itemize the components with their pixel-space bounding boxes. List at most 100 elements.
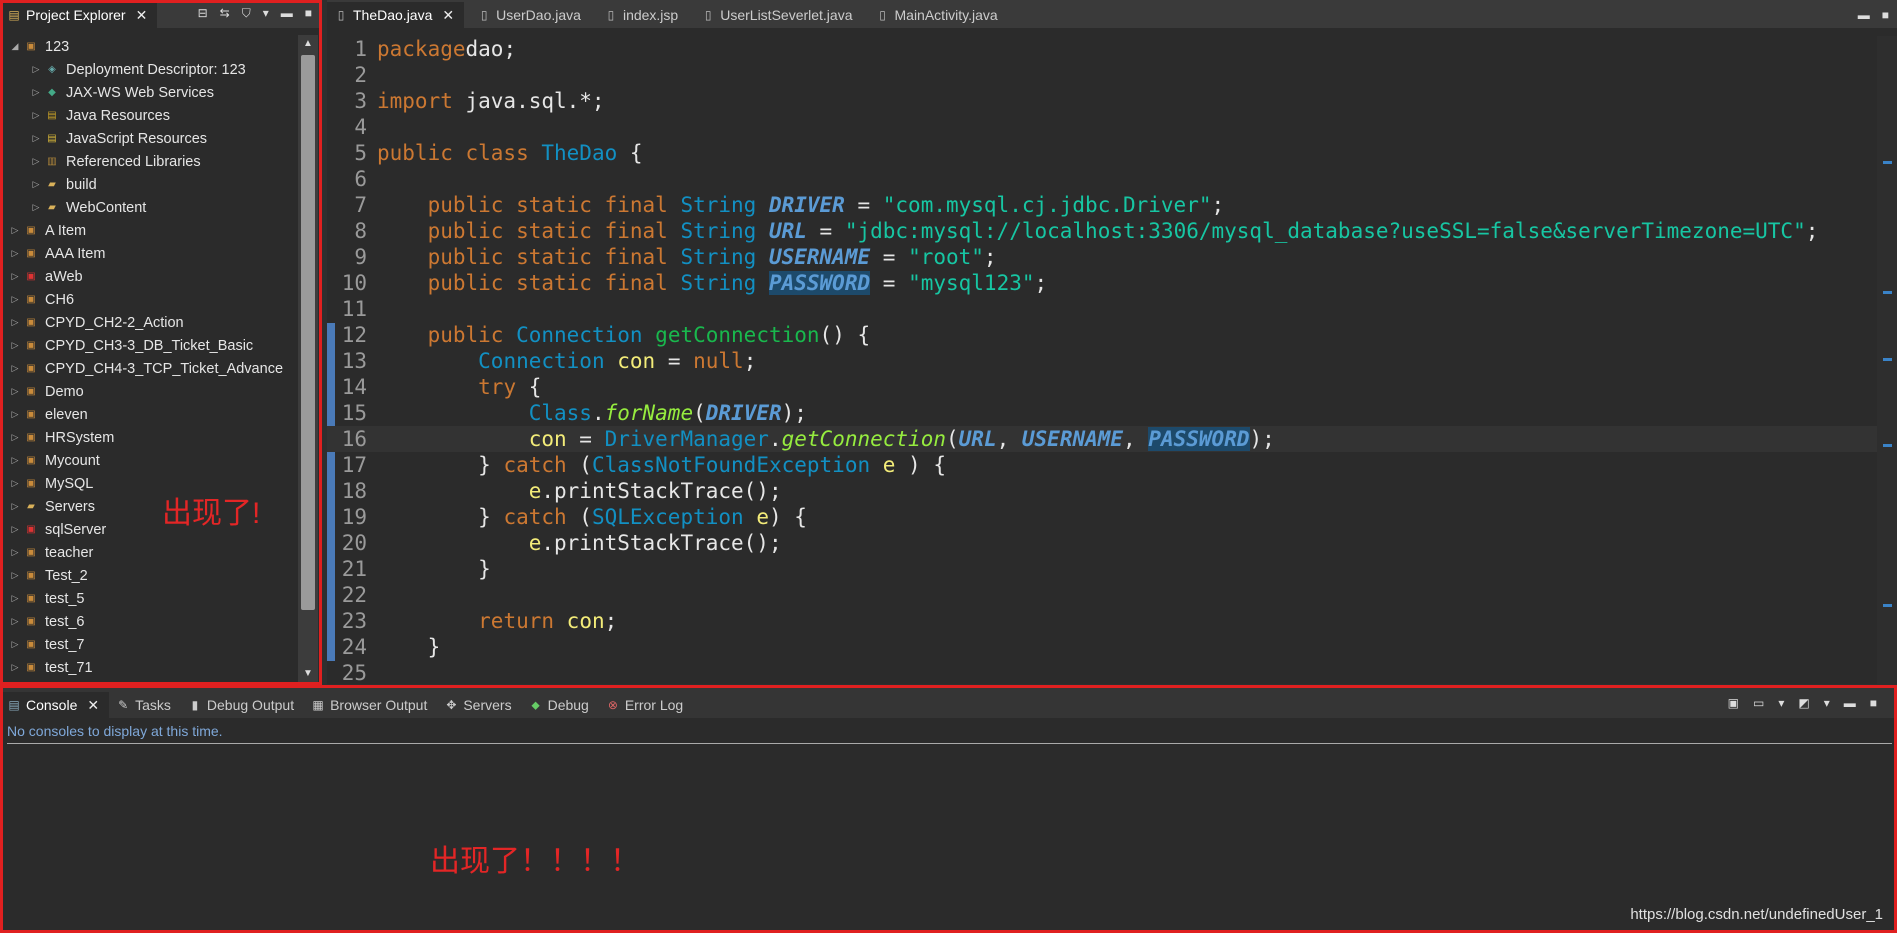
collapsed-arrow-icon[interactable]: ▷ — [29, 87, 43, 98]
collapsed-arrow-icon[interactable]: ▷ — [8, 501, 22, 512]
console-view-menu-icon[interactable]: ▾ — [1824, 696, 1830, 710]
collapsed-arrow-icon[interactable]: ▷ — [8, 455, 22, 466]
collapsed-arrow-icon[interactable]: ▷ — [29, 64, 43, 75]
tree-item[interactable]: ▷ ▤ JavaScript Resources — [0, 127, 298, 150]
code-line[interactable]: 20 e.printStackTrace(); — [327, 530, 1877, 556]
close-icon[interactable]: ✕ — [87, 697, 99, 714]
code-line[interactable]: 5 public class TheDao { — [327, 140, 1877, 166]
tree-item[interactable]: ▷ ▣ CPYD_CH4-3_TCP_Ticket_Advance — [0, 357, 298, 380]
overview-mark[interactable] — [1883, 291, 1892, 294]
code-line[interactable]: 13 Connection con = null; — [327, 348, 1877, 374]
link-editor-icon[interactable]: ⇆ — [220, 6, 230, 21]
tree-item[interactable]: ▷ ▰ build — [0, 173, 298, 196]
code-line[interactable]: 16 con = DriverManager.getConnection(URL… — [327, 426, 1877, 452]
collapse-all-icon[interactable]: ⊟ — [198, 6, 208, 21]
collapsed-arrow-icon[interactable]: ▷ — [29, 110, 43, 121]
code-line[interactable]: 7 public static final String DRIVER = "c… — [327, 192, 1877, 218]
tree-item[interactable]: ▷ ◆ JAX-WS Web Services — [0, 81, 298, 104]
scrollbar-thumb[interactable] — [301, 55, 315, 610]
console-tab[interactable]: ⬥ Debug — [522, 692, 599, 718]
collapsed-arrow-icon[interactable]: ▷ — [8, 662, 22, 673]
pin-console-icon[interactable]: ▣ — [1728, 696, 1739, 710]
collapsed-arrow-icon[interactable]: ▷ — [29, 179, 43, 190]
tree-item[interactable]: ▷ ▣ teacher — [0, 541, 298, 564]
filter-icon[interactable]: ⛉ — [242, 6, 251, 21]
console-tab[interactable]: ✥ Servers — [437, 692, 521, 718]
code-line[interactable]: 19 } catch (SQLException e) { — [327, 504, 1877, 530]
tree-item[interactable]: ▷ ▣ test_5 — [0, 587, 298, 610]
minimize-icon[interactable]: ▬ — [281, 6, 293, 21]
collapsed-arrow-icon[interactable]: ▷ — [8, 248, 22, 259]
tree-item[interactable]: ▷ ▣ test_71 — [0, 656, 298, 679]
collapsed-arrow-icon[interactable]: ▷ — [8, 478, 22, 489]
console-maximize-icon[interactable]: ■ — [1870, 696, 1877, 710]
code-line[interactable]: 4 — [327, 114, 1877, 140]
overview-ruler[interactable] — [1877, 36, 1897, 684]
tree-item[interactable]: ▷ ▣ test_6 — [0, 610, 298, 633]
tree-item[interactable]: ▷ ▣ CPYD_CH2-2_Action — [0, 311, 298, 334]
tab-project-explorer[interactable]: ▤ Project Explorer ✕ — [0, 2, 158, 28]
collapsed-arrow-icon[interactable]: ▷ — [8, 225, 22, 236]
new-console-icon[interactable]: ◩ — [1798, 696, 1809, 710]
open-console-icon[interactable]: ▾ — [1778, 696, 1784, 710]
collapsed-arrow-icon[interactable]: ▷ — [8, 340, 22, 351]
collapsed-arrow-icon[interactable]: ▷ — [29, 202, 43, 213]
editor-maximize-icon[interactable]: ■ — [1882, 8, 1889, 22]
view-menu-icon[interactable]: ▾ — [263, 6, 269, 21]
collapsed-arrow-icon[interactable]: ▷ — [8, 547, 22, 558]
tree-item[interactable]: ▷ ▣ Test_2 — [0, 564, 298, 587]
tree-item[interactable]: ▷ ▣ CPYD_CH3-3_DB_Ticket_Basic — [0, 334, 298, 357]
scroll-down-icon[interactable]: ▼ — [298, 665, 318, 683]
collapsed-arrow-icon[interactable]: ▷ — [8, 639, 22, 650]
console-tab[interactable]: ▤ Console ✕ — [0, 692, 110, 718]
collapsed-arrow-icon[interactable]: ▷ — [8, 271, 22, 282]
tree-item[interactable]: ▷ ▣ aWeb — [0, 265, 298, 288]
code-line[interactable]: 2 — [327, 62, 1877, 88]
tree-item[interactable]: ▷ ▣ Mycount — [0, 449, 298, 472]
editor-tab[interactable]: ▯ UserListSeverlet.java — [694, 2, 862, 28]
overview-mark[interactable] — [1883, 358, 1892, 361]
collapsed-arrow-icon[interactable]: ▷ — [8, 294, 22, 305]
tree-item[interactable]: ▷ ▤ Java Resources — [0, 104, 298, 127]
code-line[interactable]: 24 } — [327, 634, 1877, 660]
code-line[interactable]: 1 packagedao; — [327, 36, 1877, 62]
collapsed-arrow-icon[interactable]: ▷ — [8, 409, 22, 420]
console-minimize-icon[interactable]: ▬ — [1844, 696, 1856, 710]
tree-item[interactable]: ▷ ▥ Referenced Libraries — [0, 150, 298, 173]
collapsed-arrow-icon[interactable]: ▷ — [8, 616, 22, 627]
overview-mark[interactable] — [1883, 604, 1892, 607]
code-line[interactable]: 3 import java.sql.*; — [327, 88, 1877, 114]
collapsed-arrow-icon[interactable]: ▷ — [8, 432, 22, 443]
code-line[interactable]: 9 public static final String USERNAME = … — [327, 244, 1877, 270]
tree-item[interactable]: ▷ ▣ AAA Item — [0, 242, 298, 265]
editor-tab[interactable]: ▯ TheDao.java ✕ — [327, 2, 465, 28]
collapsed-arrow-icon[interactable]: ▷ — [8, 363, 22, 374]
display-console-icon[interactable]: ▭ — [1753, 696, 1764, 710]
collapsed-arrow-icon[interactable]: ▷ — [8, 593, 22, 604]
collapsed-arrow-icon[interactable]: ▷ — [8, 524, 22, 535]
tree-item[interactable]: ▷ ▰ WebContent — [0, 196, 298, 219]
tree-item[interactable]: ▷ ▣ CH6 — [0, 288, 298, 311]
console-tab[interactable]: ✎ Tasks — [109, 692, 181, 718]
code-line[interactable]: 10 public static final String PASSWORD =… — [327, 270, 1877, 296]
overview-mark[interactable] — [1883, 161, 1892, 164]
tree-item[interactable]: ▷ ▣ test_7 — [0, 633, 298, 656]
collapsed-arrow-icon[interactable]: ▷ — [29, 133, 43, 144]
code-line[interactable]: 25 — [327, 660, 1877, 684]
tree-item[interactable]: ▷ ▣ A Item — [0, 219, 298, 242]
editor-tab[interactable]: ▯ MainActivity.java — [869, 2, 1008, 28]
code-line[interactable]: 23 return con; — [327, 608, 1877, 634]
maximize-icon[interactable]: ■ — [305, 6, 312, 21]
code-line[interactable]: 12 public Connection getConnection() { — [327, 322, 1877, 348]
collapsed-arrow-icon[interactable]: ▷ — [8, 570, 22, 581]
close-icon[interactable]: ✕ — [136, 7, 148, 24]
scroll-up-icon[interactable]: ▲ — [298, 35, 318, 53]
tree-item[interactable]: ◢ ▣ 123 — [0, 35, 298, 58]
code-line[interactable]: 21 } — [327, 556, 1877, 582]
code-line[interactable]: 17 } catch (ClassNotFoundException e ) { — [327, 452, 1877, 478]
code-line[interactable]: 18 e.printStackTrace(); — [327, 478, 1877, 504]
tree-item[interactable]: ▷ ▣ HRSystem — [0, 426, 298, 449]
console-tab[interactable]: ▮ Debug Output — [181, 692, 304, 718]
expanded-arrow-icon[interactable]: ◢ — [8, 41, 22, 52]
collapsed-arrow-icon[interactable]: ▷ — [29, 156, 43, 167]
